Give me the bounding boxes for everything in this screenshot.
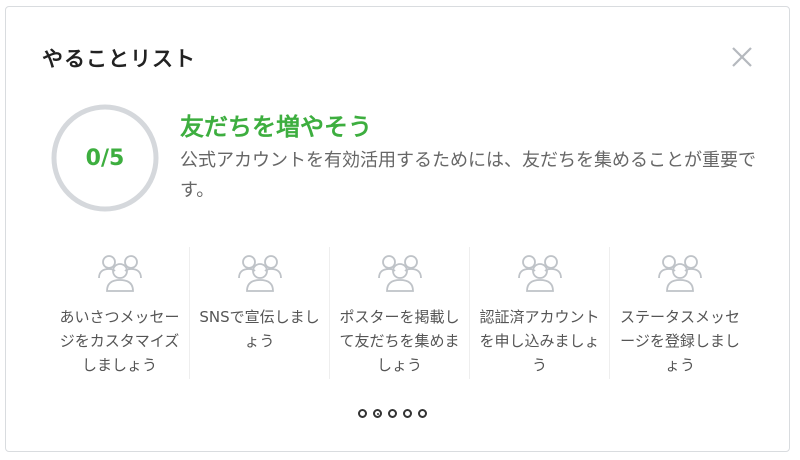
task-item-status-message[interactable]: ステータスメッセージを登録しましょう [610,247,750,379]
task-item-poster[interactable]: ポスターを掲載して友だちを集めましょう [330,247,470,379]
people-group-icon [97,253,142,293]
people-group-icon [658,253,702,293]
task-item-verified-account[interactable]: 認証済アカウントを申し込みましょう [470,247,610,379]
pagination-dot-3[interactable] [388,409,397,418]
pagination-dot-2[interactable] [373,409,382,418]
panel-title: やることリスト [42,47,196,71]
people-group-icon [517,253,562,293]
task-label: 認証済アカウントを申し込みましょう [479,308,600,374]
headline: 友だちを増やそう [180,113,372,141]
task-label: あいさつメッセージをカスタマイズしましょう [59,308,180,374]
pagination-dot-1[interactable] [358,409,367,418]
task-label: ポスターを掲載して友だちを集めましょう [339,308,460,374]
task-label: ステータスメッセージを登録しましょう [619,308,740,374]
task-item-greeting-message[interactable]: あいさつメッセージをカスタマイズしましょう [50,247,190,379]
pagination-dot-4[interactable] [403,409,412,418]
task-label: SNSで宣伝しましょう [199,308,320,350]
todo-list-panel: やることリスト 0/5 友だちを増やそう 公式アカウントを有効活用するためには、… [5,6,790,452]
pagination-dot-5[interactable] [418,409,427,418]
people-group-icon [377,253,422,293]
progress-count: 0/5 [85,145,125,171]
pagination-dots [358,409,427,418]
people-group-icon [237,253,282,293]
description: 公式アカウントを有効活用するためには、友だちを集めることが重要です。 [180,150,756,201]
task-item-sns-promotion[interactable]: SNSで宣伝しましょう [190,247,330,379]
task-list: あいさつメッセージをカスタマイズしましょう SNSで宣伝しましょう ポスターを掲… [50,247,750,379]
close-icon[interactable] [728,43,756,71]
